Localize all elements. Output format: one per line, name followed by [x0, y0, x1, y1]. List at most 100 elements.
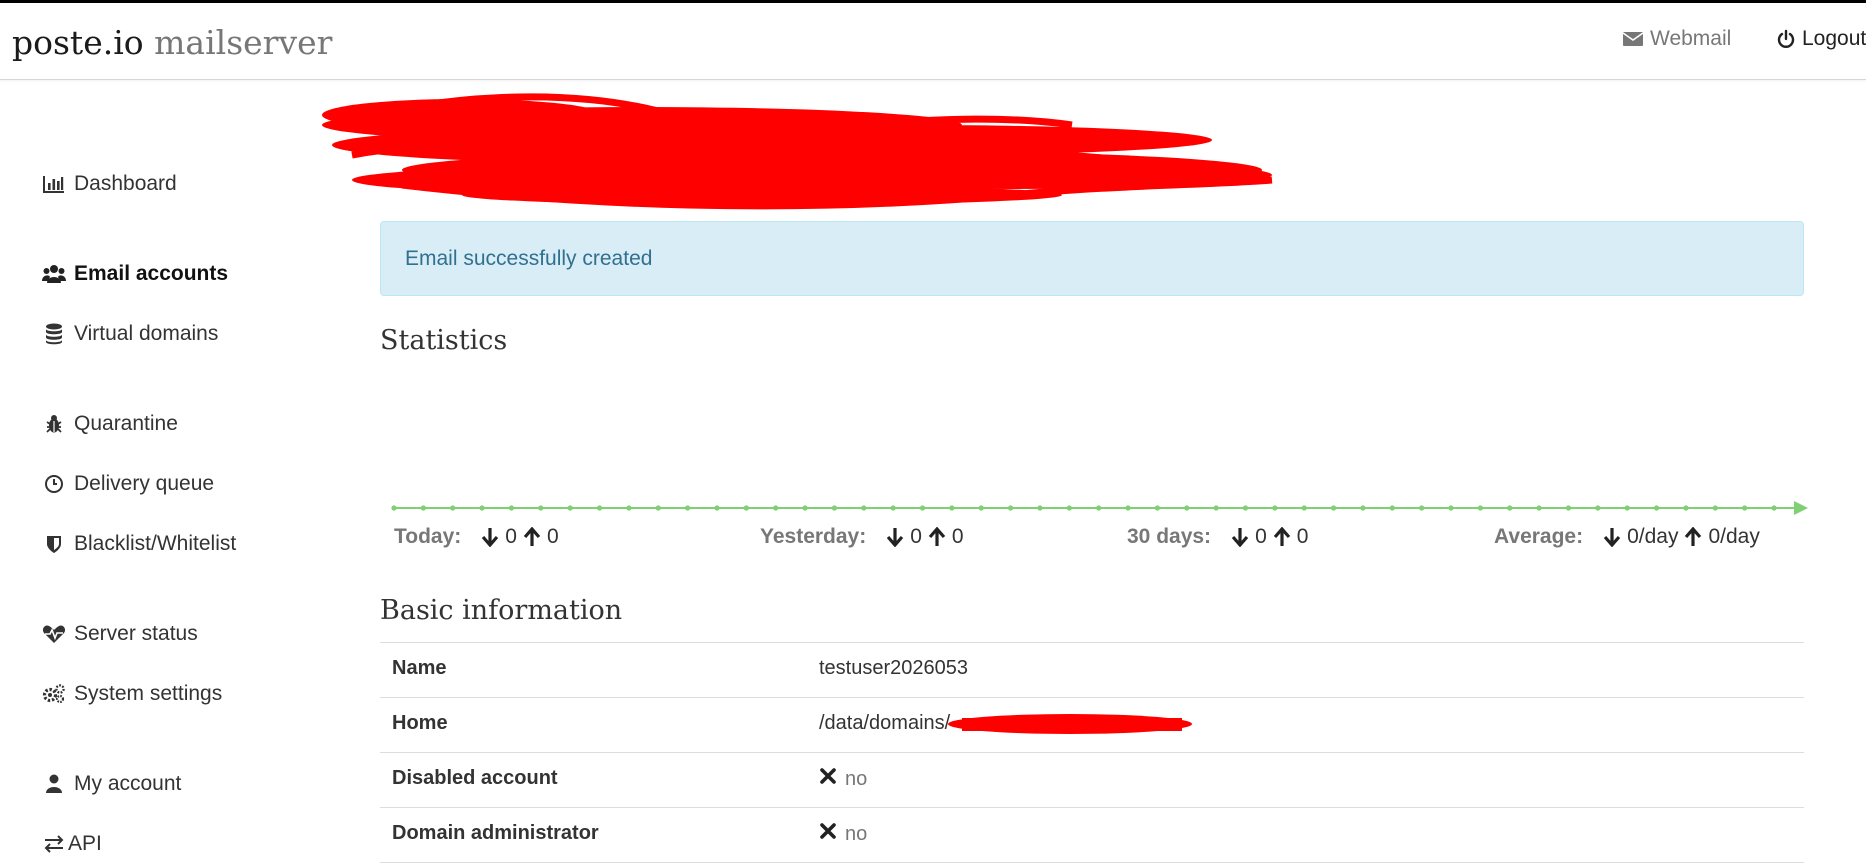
chart-point	[685, 505, 691, 511]
clock-icon	[42, 472, 66, 496]
sidebar-item-label: Delivery queue	[74, 472, 215, 495]
sidebar-item-delivery-queue[interactable]: Delivery queue	[42, 472, 214, 496]
chart-point	[1007, 505, 1014, 511]
chart-point	[1330, 505, 1337, 511]
chart-point	[420, 505, 426, 511]
sidebar-item-server-status[interactable]: Server status	[42, 622, 198, 646]
arrow-up-icon	[1273, 527, 1291, 547]
top-navbar: poste.io mailserver Webmail Logout	[0, 3, 1866, 80]
stat-average: Average: 0/day 0/day	[1494, 525, 1760, 549]
chart-point	[1565, 505, 1572, 511]
chart-point	[919, 505, 926, 511]
chart-point	[1389, 505, 1395, 511]
disabled-value: no	[845, 767, 868, 790]
row-key: Domain administrator	[392, 822, 599, 844]
sidebar-item-email-accounts[interactable]: Email accounts	[42, 262, 228, 286]
stat-today: Today: 0 0	[394, 525, 559, 549]
chart-point	[1742, 505, 1748, 511]
sidebar-item-dashboard[interactable]: Dashboard	[42, 172, 177, 196]
users-icon	[42, 262, 66, 286]
chart-point	[861, 505, 867, 511]
chart-point	[831, 505, 838, 511]
sidebar-item-my-account[interactable]: My account	[42, 772, 181, 796]
sidebar: Dashboard Email accounts Virtual domains…	[0, 80, 340, 868]
chart-point	[773, 505, 779, 511]
arrow-up-icon	[523, 527, 541, 547]
arrow-down-icon	[1231, 527, 1249, 547]
home-value: /data/domains/	[819, 712, 951, 734]
sidebar-item-label: API	[68, 832, 102, 855]
chart-point	[1477, 505, 1483, 511]
chart-point	[1419, 505, 1425, 511]
logout-link[interactable]: Logout	[1776, 27, 1866, 51]
stat-received: 0	[1255, 525, 1267, 548]
stat-label: Yesterday:	[760, 525, 867, 548]
row-key: Name	[392, 657, 447, 679]
chart-point	[743, 505, 749, 511]
chart-point	[1360, 505, 1366, 511]
domain-admin-value: no	[845, 822, 868, 845]
chart-point	[1184, 505, 1190, 511]
chart-point	[1683, 505, 1689, 511]
arrow-down-icon	[481, 527, 499, 547]
stat-sent: 0/day	[1708, 525, 1760, 548]
chart-point	[714, 505, 720, 511]
sidebar-item-system-settings[interactable]: System settings	[42, 682, 222, 706]
heartbeat-icon	[42, 622, 66, 646]
exchange-icon	[42, 832, 66, 856]
sidebar-item-label: Dashboard	[74, 172, 177, 195]
logout-label: Logout	[1802, 27, 1866, 50]
chart-point	[596, 505, 603, 511]
chart-point	[890, 505, 896, 511]
statistics-summary: Today: 0 0 Yesterday: 0 0 30 days: 0 0 A…	[0, 525, 1866, 557]
sidebar-item-label: Quarantine	[74, 412, 178, 435]
chart-point	[1154, 505, 1161, 511]
chart-point	[655, 505, 661, 511]
sidebar-item-api[interactable]: API	[42, 832, 102, 856]
x-icon	[819, 767, 837, 791]
sidebar-item-quarantine[interactable]: Quarantine	[42, 412, 178, 436]
table-row: Name testuser2026053	[380, 643, 1804, 698]
webmail-link[interactable]: Webmail	[1622, 27, 1731, 51]
chart-point	[1712, 505, 1718, 511]
stat-yesterday: Yesterday: 0 0	[760, 525, 964, 549]
chart-point	[1037, 505, 1043, 511]
chart-point	[1125, 505, 1131, 511]
stat-sent: 0	[1296, 525, 1309, 548]
row-value: testuser2026053	[819, 657, 968, 680]
brand-sub: mailserver	[154, 23, 333, 62]
bar-chart-icon	[42, 172, 66, 196]
database-icon	[42, 322, 66, 346]
sidebar-item-label: System settings	[74, 682, 223, 705]
brand-logo[interactable]: poste.io mailserver	[12, 23, 332, 62]
row-key: Home	[392, 712, 448, 734]
chart-point	[1301, 505, 1307, 511]
row-value: no	[819, 822, 867, 846]
arrow-up-icon	[928, 527, 946, 547]
row-value: no	[819, 767, 867, 791]
chart-axis-arrow	[1794, 501, 1808, 515]
sidebar-item-label: Virtual domains	[74, 322, 219, 345]
chart-point	[391, 505, 397, 511]
row-key: Disabled account	[392, 767, 558, 789]
basic-info-table: Name testuser2026053 Home /data/domains/…	[380, 642, 1804, 863]
stat-received: 0	[910, 525, 922, 548]
stat-label: Today:	[394, 525, 462, 548]
chart-point	[1624, 505, 1630, 511]
chart-point	[1595, 505, 1601, 511]
chart-point	[626, 505, 632, 511]
chart-point	[1507, 505, 1513, 511]
name-value: testuser2026053	[819, 657, 969, 679]
x-icon	[819, 822, 837, 846]
chart-point	[978, 505, 984, 511]
webmail-label: Webmail	[1650, 27, 1732, 50]
sidebar-item-label: My account	[74, 772, 182, 795]
envelope-icon	[1622, 30, 1644, 48]
redacted-title-scribble	[312, 85, 1282, 220]
basic-information-heading: Basic information	[380, 595, 623, 626]
sidebar-item-virtual-domains[interactable]: Virtual domains	[42, 322, 218, 346]
stat-label: 30 days:	[1127, 525, 1212, 548]
brand-name: poste.io	[12, 23, 144, 62]
chart-point	[1536, 505, 1542, 511]
stat-sent: 0	[546, 525, 559, 548]
